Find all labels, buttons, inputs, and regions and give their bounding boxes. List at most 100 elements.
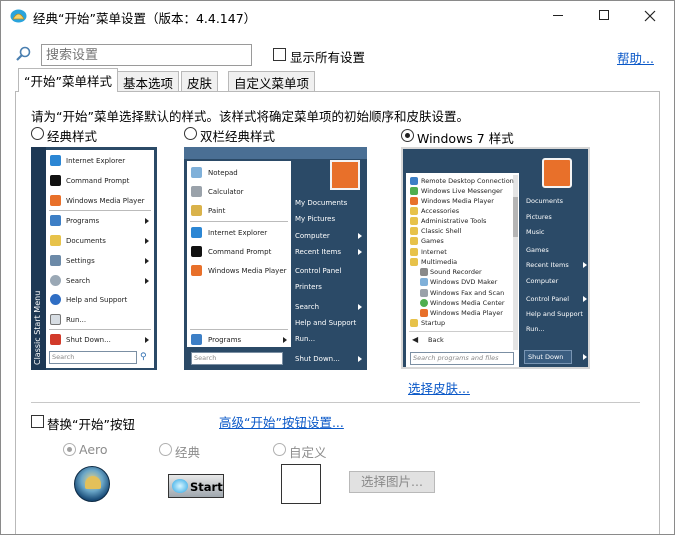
two-col-left-item: Windows Media Player (208, 267, 287, 275)
win7-left-item: Games (421, 237, 444, 245)
help-link[interactable]: 帮助... (617, 48, 654, 67)
app-icon (420, 268, 428, 276)
win7-right-item: Pictures (526, 213, 552, 221)
settings-window: 经典“开始”菜单设置（版本：4.4.147） 显示所有设置 帮助... “开始”… (0, 0, 675, 535)
programs-icon (50, 215, 61, 226)
win7-left-item: Remote Desktop Connection (421, 177, 514, 185)
two-col-right-item: Run... (295, 335, 316, 343)
win7-style-preview[interactable]: Remote Desktop Connection Windows Live M… (401, 147, 590, 369)
show-all-label: 显示所有设置 (290, 50, 366, 65)
two-col-left-item: Notepad (208, 169, 238, 177)
search-icon: ⚲ (140, 352, 147, 362)
notepad-icon (191, 167, 202, 178)
custom-image-preview (281, 464, 321, 504)
two-col-right-item: My Documents (295, 199, 348, 207)
advanced-start-button-link[interactable]: 高级“开始”按钮设置... (219, 412, 344, 431)
folder-icon (410, 248, 418, 256)
run-icon (50, 314, 61, 325)
two-column-style-preview[interactable]: Notepad Calculator Paint Internet Explor… (184, 147, 367, 370)
cmd-icon (50, 175, 61, 186)
settings-icon (50, 255, 61, 266)
two-col-programs: Programs (208, 336, 242, 344)
close-icon (644, 10, 656, 22)
minimize-button[interactable] (535, 1, 581, 31)
submenu-arrow-icon (358, 304, 362, 310)
classic-item: Internet Explorer (66, 157, 126, 165)
help-icon (50, 294, 61, 305)
paint-icon (191, 205, 202, 216)
win7-right-item: Recent Items (526, 261, 569, 269)
maximize-icon (599, 10, 609, 20)
submenu-arrow-icon (145, 278, 149, 284)
win7-scrollbar-thumb (513, 197, 518, 237)
classic-start-button-preview: Start (168, 474, 224, 498)
win7-style-radio[interactable] (401, 129, 414, 142)
classic-item: Settings (66, 257, 95, 265)
submenu-arrow-icon (358, 233, 362, 239)
minimize-icon (553, 15, 563, 16)
submenu-arrow-icon (145, 218, 149, 224)
two-col-left-item: Calculator (208, 188, 244, 196)
folder-icon (410, 237, 418, 245)
section-divider (31, 402, 640, 403)
classic-style-label: 经典样式 (47, 129, 98, 144)
classic-button-label: 经典 (175, 445, 201, 460)
show-all-checkbox[interactable] (273, 48, 286, 61)
cmd-icon (191, 246, 202, 257)
two-col-left-item: Internet Explorer (208, 229, 268, 237)
two-column-style-radio[interactable] (184, 127, 197, 140)
submenu-arrow-icon (583, 354, 587, 360)
win7-left-item: Windows Media Center (430, 299, 505, 307)
submenu-arrow-icon (583, 262, 587, 268)
win7-right-item: Help and Support (526, 310, 583, 318)
two-col-search-box: Search (191, 352, 283, 365)
app-icon (410, 197, 418, 205)
two-col-right-item: Recent Items (295, 248, 341, 256)
custom-button-radio[interactable] (273, 443, 286, 456)
two-col-right-item: Printers (295, 283, 322, 291)
win7-right-item: Computer (526, 277, 559, 285)
search-input[interactable] (41, 44, 252, 66)
replace-start-button-checkbox[interactable] (31, 415, 44, 428)
close-button[interactable] (627, 1, 673, 31)
win7-left-item: Accessories (421, 207, 460, 215)
tab-custom-items[interactable]: 自定义菜单项 (228, 71, 316, 91)
submenu-arrow-icon (358, 249, 362, 255)
choose-image-button[interactable]: 选择图片... (349, 471, 435, 493)
calculator-icon (191, 186, 202, 197)
win7-search-box: Search programs and files (410, 352, 514, 365)
submenu-arrow-icon (583, 296, 587, 302)
submenu-arrow-icon (145, 258, 149, 264)
classic-style-radio[interactable] (31, 127, 44, 140)
win7-right-item: Shut Down (528, 353, 564, 361)
programs-icon (191, 334, 202, 345)
win7-left-item: Windows DVD Maker (430, 278, 498, 286)
win7-left-item: Windows Media Player (430, 309, 503, 317)
win7-left-item: Administrative Tools (421, 217, 487, 225)
aero-button-radio[interactable] (63, 443, 76, 456)
submenu-arrow-icon (283, 337, 287, 343)
tab-skin[interactable]: 皮肤 (181, 71, 219, 91)
maximize-button[interactable] (581, 1, 627, 31)
classic-search-box: Search (49, 351, 137, 364)
folder-icon (410, 319, 418, 327)
tab-menu-style[interactable]: “开始”菜单样式 (18, 68, 118, 92)
search-menu-icon (50, 275, 61, 286)
select-skin-link[interactable]: 选择皮肤... (408, 378, 470, 397)
win7-left-item: Multimedia (421, 258, 458, 266)
classic-style-preview[interactable]: Classic Start Menu Internet Explorer Com… (31, 147, 157, 370)
user-picture-icon (330, 160, 360, 190)
classic-item: Command Prompt (66, 177, 130, 185)
back-arrow-icon: ◀ (412, 335, 419, 344)
win7-left-item: Sound Recorder (430, 268, 482, 276)
win7-left-item: Internet (421, 248, 447, 256)
win7-right-item: Documents (526, 197, 564, 205)
win7-back: Back (428, 336, 444, 344)
shutdown-icon (50, 334, 61, 345)
classic-button-radio[interactable] (159, 443, 172, 456)
two-col-separator (190, 329, 288, 330)
win7-right-item: Run... (526, 325, 545, 333)
ie-icon (50, 155, 61, 166)
tab-basic-options[interactable]: 基本选项 (117, 71, 180, 91)
two-col-right-item: Computer (295, 232, 330, 240)
